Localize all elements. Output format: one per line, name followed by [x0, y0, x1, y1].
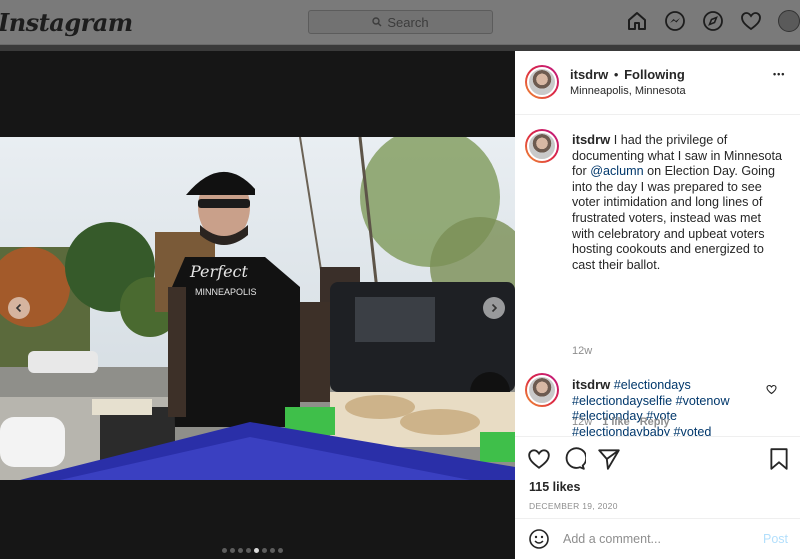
caption-text: itsdrw I had the privilege of documentin… — [572, 132, 782, 273]
carousel-dot — [278, 548, 283, 553]
more-options-icon[interactable]: ••• — [773, 69, 785, 79]
carousel-dot — [262, 548, 267, 553]
share-icon[interactable] — [597, 447, 621, 471]
comment-bubble-icon[interactable] — [562, 447, 586, 471]
like-heart-icon[interactable] — [527, 447, 551, 471]
caption-age[interactable]: 12w — [572, 345, 592, 357]
search-input[interactable]: Search — [308, 10, 493, 34]
author-line: itsdrw • Following — [570, 67, 685, 82]
post-detail-panel: itsdrw • Following Minneapolis, Minnesot… — [515, 51, 800, 559]
heart-icon[interactable] — [740, 10, 762, 32]
post-comment-button[interactable]: Post — [763, 532, 788, 546]
chevron-right-icon — [491, 303, 498, 313]
hashtag-link[interactable]: #voted — [674, 425, 712, 436]
comment-likes[interactable]: 1 like — [602, 416, 630, 428]
hashtag-link[interactable]: #electiondays — [614, 378, 691, 392]
top-nav: Instagram Search — [0, 0, 800, 45]
carousel-next-button[interactable] — [483, 297, 505, 319]
comment-text: itsdrw #electiondays #electiondayselfie … — [572, 377, 762, 436]
comment-age[interactable]: 12w — [572, 416, 592, 428]
carousel-dot — [254, 548, 259, 553]
author-username[interactable]: itsdrw — [570, 67, 608, 82]
explore-icon[interactable] — [702, 10, 724, 32]
svg-text:MINNEAPOLIS: MINNEAPOLIS — [195, 287, 257, 297]
caption-username[interactable]: itsdrw — [572, 132, 610, 147]
mention-link[interactable]: @aclumn — [590, 164, 643, 178]
svg-text:Perfect: Perfect — [189, 262, 249, 281]
carousel-dot — [230, 548, 235, 553]
comment-username[interactable]: itsdrw — [572, 377, 610, 392]
carousel-dot — [222, 548, 227, 553]
caption-body-2: on Election Day. Going into the day I wa… — [572, 164, 775, 272]
photo-illustration: Perfect MINNEAPOLIS — [0, 137, 515, 480]
author-avatar[interactable] — [525, 65, 559, 99]
comment-like-icon[interactable] — [766, 384, 777, 395]
chevron-left-icon — [15, 303, 22, 313]
following-button[interactable]: Following — [624, 67, 685, 82]
post-header: itsdrw • Following Minneapolis, Minnesot… — [515, 51, 800, 115]
comment-avatar[interactable] — [525, 373, 559, 407]
post-photo[interactable]: Perfect MINNEAPOLIS — [0, 137, 515, 480]
carousel-dot — [238, 548, 243, 553]
nav-icons — [626, 10, 800, 32]
comment-reply-button[interactable]: Reply — [640, 416, 670, 428]
separator-dot: • — [613, 67, 619, 82]
emoji-icon[interactable] — [528, 528, 550, 550]
save-bookmark-icon[interactable] — [767, 447, 791, 471]
likes-count[interactable]: 115 likes — [529, 480, 580, 494]
search-placeholder: Search — [387, 14, 429, 30]
post-location[interactable]: Minneapolis, Minnesota — [570, 85, 686, 97]
instagram-logo[interactable]: Instagram — [0, 8, 133, 37]
add-comment-bar: Add a comment... Post — [515, 518, 800, 559]
home-icon[interactable] — [626, 10, 648, 32]
carousel-dot — [246, 548, 251, 553]
comments-area: itsdrw I had the privilege of documentin… — [515, 115, 800, 437]
messenger-icon[interactable] — [664, 10, 686, 32]
hashtag-link[interactable]: #electiondayselfie — [572, 394, 672, 408]
search-icon — [372, 17, 382, 27]
comment-meta: 12w 1 like Reply — [572, 416, 670, 428]
carousel-dot — [270, 548, 275, 553]
post-date[interactable]: DECEMBER 19, 2020 — [529, 501, 618, 511]
hashtag-link[interactable]: #votenow — [676, 394, 730, 408]
carousel-prev-button[interactable] — [8, 297, 30, 319]
caption-avatar[interactable] — [525, 129, 559, 163]
add-comment-input[interactable]: Add a comment... — [563, 532, 763, 546]
profile-avatar[interactable] — [778, 10, 800, 32]
carousel-indicators — [222, 548, 283, 553]
